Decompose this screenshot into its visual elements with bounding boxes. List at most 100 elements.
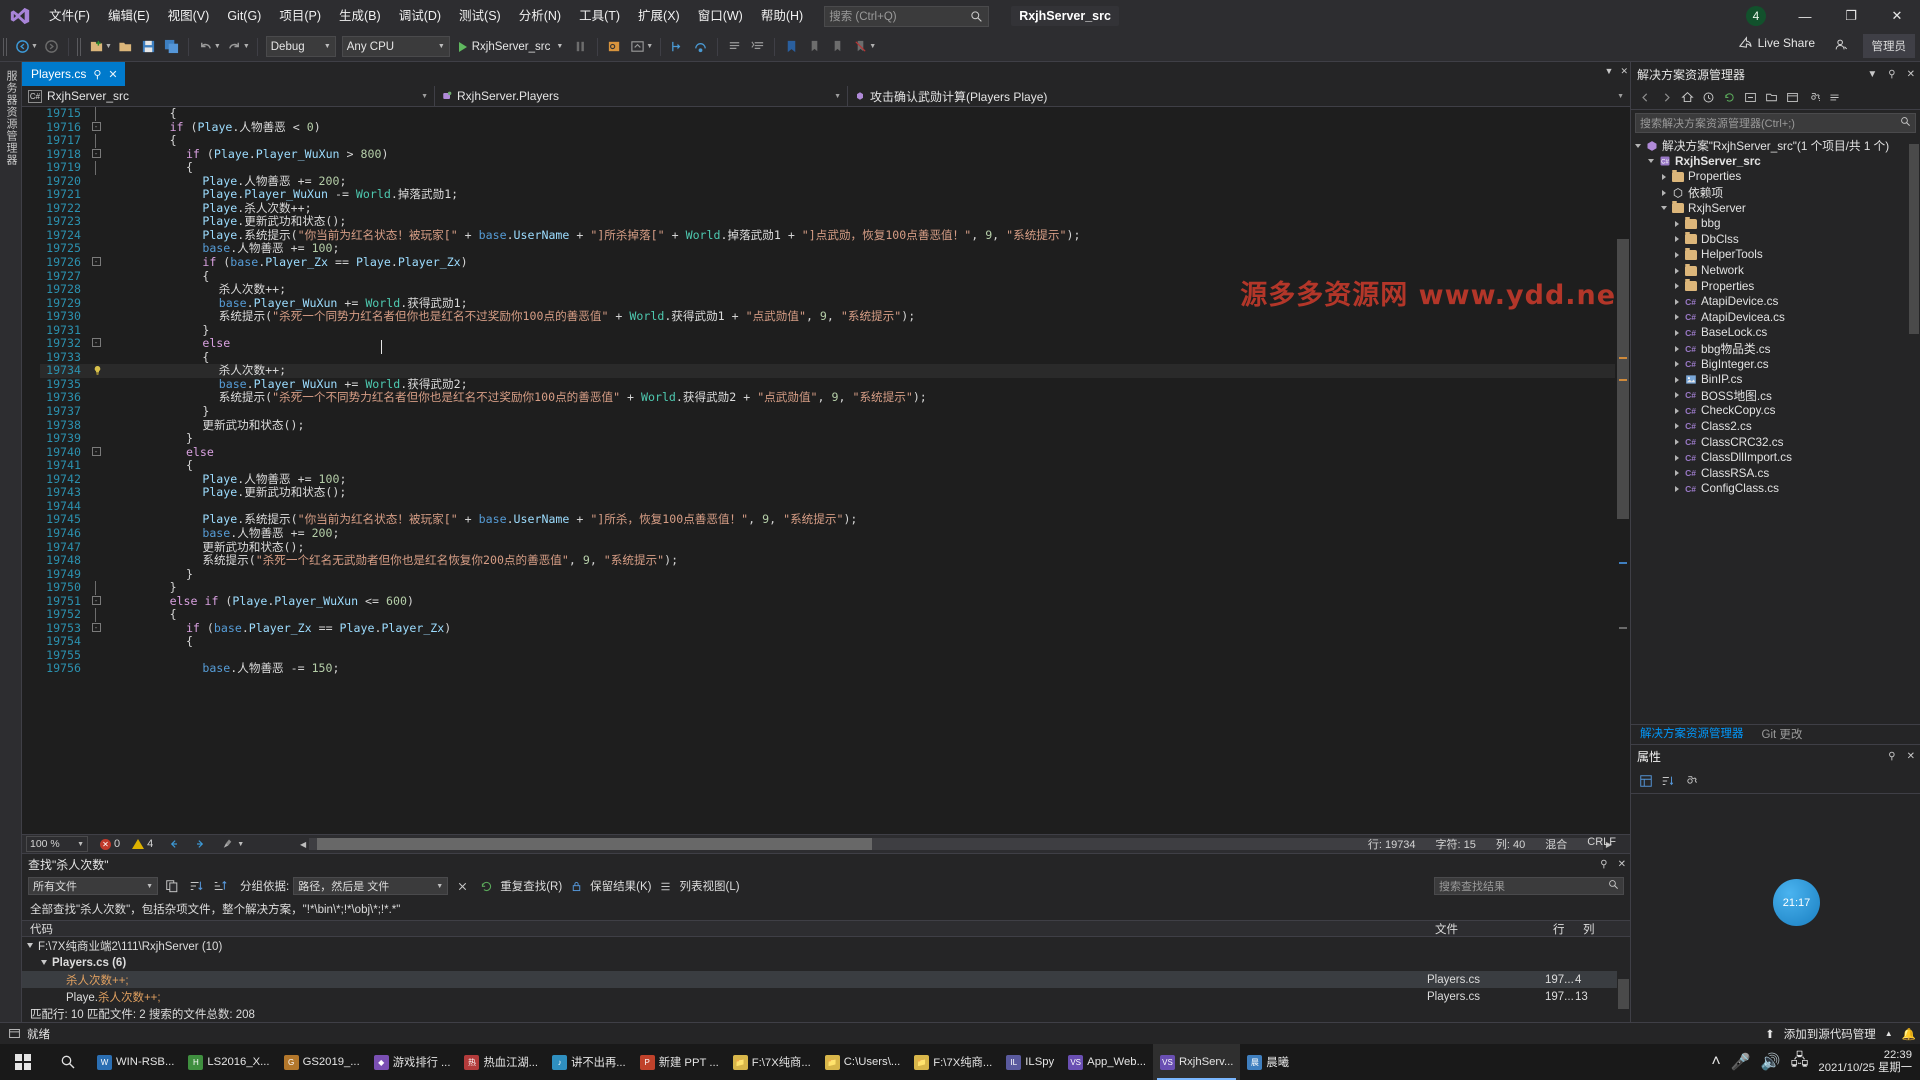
- list-view-button[interactable]: [656, 876, 676, 896]
- taskbar-clock[interactable]: 22:39 2021/10/25 星期一: [1818, 1049, 1912, 1075]
- code-line[interactable]: 19751- else if (Playe.Player_WuXun <= 600…: [40, 594, 1630, 609]
- tree-node[interactable]: C# BOSS地图.cs: [1631, 388, 1920, 404]
- fold-toggle[interactable]: [88, 297, 104, 311]
- solution-tree[interactable]: 解决方案"RxjhServer_src"(1 个项目/共 1 个) C# RxjhS…: [1631, 136, 1920, 725]
- comment-icon[interactable]: [723, 35, 746, 59]
- tree-expander[interactable]: [1657, 206, 1670, 211]
- taskbar-app[interactable]: ♪ 讲不出再...: [545, 1044, 633, 1080]
- tree-expander[interactable]: [1644, 159, 1657, 164]
- find-group-path[interactable]: F:\7X纯商业端2\111\RxjhServer (10): [22, 937, 1630, 954]
- categorized-icon[interactable]: [1636, 771, 1656, 791]
- tab-solution-explorer[interactable]: 解决方案资源管理器: [1631, 724, 1753, 746]
- preview-icon-se[interactable]: [1824, 88, 1844, 108]
- code-line[interactable]: 19731}: [40, 323, 1630, 338]
- taskbar-app[interactable]: VS App_Web...: [1061, 1044, 1153, 1080]
- code-line[interactable]: 19750}: [40, 581, 1630, 595]
- fold-toggle[interactable]: [88, 378, 104, 392]
- taskbar-app[interactable]: 📁 C:\Users\...: [818, 1044, 908, 1080]
- hot-reload-icon[interactable]: [603, 35, 626, 59]
- chevron-down-icon-crumb1[interactable]: ▼: [421, 93, 428, 100]
- clean-code-button[interactable]: ▼: [221, 838, 244, 850]
- zoom-combo[interactable]: 100 % ▼: [26, 836, 88, 852]
- tree-expander[interactable]: [1670, 220, 1683, 227]
- expander-down-icon-2[interactable]: [41, 960, 47, 965]
- tree-node[interactable]: bbg: [1631, 216, 1920, 232]
- code-line[interactable]: 19723 Playe.更新武功和状态();: [40, 215, 1630, 229]
- code-line[interactable]: 19726- if (base.Player_Zx == Playe.Player…: [40, 255, 1630, 270]
- tree-expander[interactable]: [1631, 143, 1644, 148]
- code-line[interactable]: 19716- if (Playe.人物善恶 < 0): [40, 120, 1630, 135]
- code-line[interactable]: 19754 {: [40, 635, 1630, 649]
- tree-expander[interactable]: [1670, 283, 1683, 290]
- pin-icon-se[interactable]: ⚲: [1888, 69, 1895, 80]
- clear-results-button[interactable]: [452, 876, 472, 896]
- redo-dropdown-icon[interactable]: ▼: [243, 43, 250, 50]
- tree-expander[interactable]: [1670, 454, 1683, 461]
- sort-desc-button[interactable]: [210, 876, 230, 896]
- code-line[interactable]: 19742 Playe.人物善恶 += 100;: [40, 472, 1630, 487]
- fold-toggle[interactable]: [88, 351, 104, 365]
- taskbar-app[interactable]: 📁 F:\7X纯商...: [907, 1044, 999, 1080]
- bookmark-icon[interactable]: [780, 35, 803, 59]
- keep-results-label[interactable]: 保留结果(K): [590, 878, 651, 894]
- expander-down-icon[interactable]: [27, 943, 33, 948]
- fold-toggle[interactable]: [88, 215, 104, 229]
- close-button[interactable]: ✕: [1874, 0, 1920, 32]
- code-line[interactable]: 19719 {: [40, 161, 1630, 175]
- keep-results-button[interactable]: [566, 876, 586, 896]
- fold-toggle[interactable]: [88, 202, 104, 216]
- copy-results-button[interactable]: [162, 876, 182, 896]
- maximize-button[interactable]: ❐: [1828, 0, 1874, 32]
- back-icon-se[interactable]: [1635, 88, 1655, 108]
- code-lines[interactable]: 19715{19716- if (Playe.人物善恶 < 0) 19717{197…: [40, 107, 1630, 834]
- new-project-dropdown-icon[interactable]: ▼: [105, 43, 112, 50]
- server-explorer-rail[interactable]: 服务器资源管理器: [0, 62, 22, 1022]
- code-line[interactable]: 19738 更新武功和状态();: [40, 418, 1630, 433]
- fold-toggle[interactable]: [88, 486, 104, 500]
- find-results-search-input[interactable]: 搜索查找结果: [1434, 877, 1624, 895]
- code-line[interactable]: 19747 更新武功和状态();: [40, 540, 1630, 555]
- fold-toggle[interactable]: [88, 391, 104, 405]
- navigate-back-dropdown-icon[interactable]: ▼: [31, 43, 38, 50]
- next-issue-button[interactable]: [193, 838, 207, 850]
- code-line[interactable]: 19718- if (Playe.Player_WuXun > 800): [40, 147, 1630, 162]
- pin-icon-find[interactable]: ⚲: [1600, 859, 1607, 870]
- tree-node[interactable]: C# ClassRSA.cs: [1631, 465, 1920, 481]
- code-line[interactable]: 19749}: [40, 567, 1630, 582]
- code-line[interactable]: 19745 Playe.系统提示("你当前为红名状态！被玩家[" + base.U…: [40, 513, 1630, 527]
- code-line[interactable]: 19748 系统提示("杀死一个红名无武勋者但你也是红名恢复你200点的善恶值",…: [40, 553, 1630, 568]
- code-line[interactable]: 19741 {: [40, 459, 1630, 473]
- menu-view[interactable]: 视图(V): [159, 0, 219, 32]
- code-line[interactable]: 19730 系统提示("杀死一个同势力红名者但你也是红名不过奖励你100点的善恶值…: [40, 309, 1630, 324]
- tree-expander[interactable]: [1670, 267, 1683, 274]
- pin-icon[interactable]: ⚲: [93, 68, 101, 81]
- add-to-source-control-label[interactable]: 添加到源代码管理: [1784, 1026, 1876, 1042]
- fold-toggle[interactable]: -: [88, 622, 104, 636]
- error-count[interactable]: ✕ 0: [100, 838, 120, 850]
- save-icon[interactable]: [137, 35, 160, 59]
- forward-icon-se[interactable]: [1656, 88, 1676, 108]
- tray-volume-icon[interactable]: 🔊: [1761, 1052, 1781, 1072]
- tree-node[interactable]: BinIP.cs: [1631, 372, 1920, 388]
- taskbar-search-button[interactable]: [46, 1044, 90, 1080]
- menu-file[interactable]: 文件(F): [40, 0, 99, 32]
- tree-node[interactable]: RxjhServer: [1631, 200, 1920, 216]
- tray-overflow-icon[interactable]: ˄: [1711, 1053, 1720, 1071]
- repeat-search-label[interactable]: 重复查找(R): [500, 878, 562, 894]
- taskbar-app[interactable]: 热热血江湖...: [457, 1044, 545, 1080]
- dropdown-icon-se[interactable]: ▼: [1867, 69, 1877, 80]
- taskbar-app[interactable]: W WIN-RSB...: [90, 1044, 181, 1080]
- code-line[interactable]: 19720 Playe.人物善恶 += 200;: [40, 174, 1630, 189]
- solution-tree-scroll-thumb[interactable]: [1909, 144, 1919, 334]
- fold-toggle[interactable]: [88, 310, 104, 324]
- find-results-scrollbar[interactable]: [1617, 937, 1630, 1022]
- notifications-bell-icon[interactable]: 🔔: [1902, 1027, 1916, 1041]
- fold-toggle[interactable]: -: [88, 121, 104, 135]
- prev-bookmark-icon[interactable]: [803, 35, 826, 59]
- quick-actions-lightbulb-icon[interactable]: [92, 365, 103, 376]
- menu-debug[interactable]: 调试(D): [390, 0, 450, 32]
- fold-toggle[interactable]: [88, 188, 104, 202]
- tree-node[interactable]: C# bbg物品类.cs: [1631, 341, 1920, 357]
- toolbar-grip[interactable]: [3, 37, 8, 56]
- fold-toggle[interactable]: [88, 419, 104, 433]
